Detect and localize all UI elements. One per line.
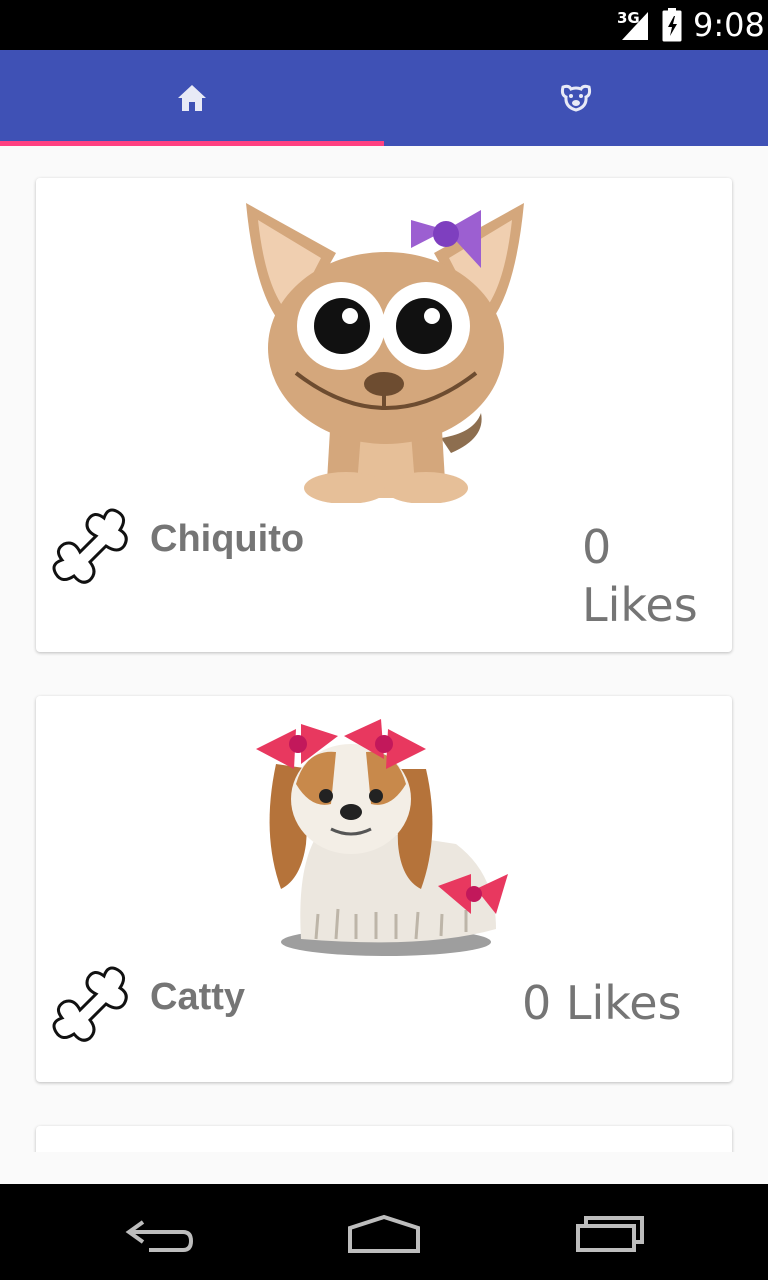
likes-number: 0 [582,520,612,574]
status-bar: 3G 9:08 [0,0,768,50]
signal-icon [622,12,648,40]
battery-icon [662,8,682,42]
home-outline-icon [348,1214,420,1253]
likes-count: 0 Likes [522,976,682,1030]
clock: 9:08 [693,6,765,44]
chihuahua-illustration [246,203,524,503]
recents-icon [576,1216,644,1252]
spaniel-with-bows-illustration [256,719,508,956]
likes-label: Likes [582,578,698,632]
recents-button[interactable] [550,1184,670,1280]
pet-card[interactable]: Chiquito 0 Likes [36,178,732,652]
pet-list[interactable]: Chiquito 0 Likes Catty 0 Likes [0,146,768,1152]
system-navigation-bar [0,1184,768,1280]
tab-bar [0,50,768,146]
tab-pets[interactable] [384,50,768,146]
pet-card[interactable]: Catty 0 Likes [36,696,732,1082]
home-button[interactable] [324,1184,444,1280]
pet-name: Chiquito [150,518,305,560]
back-icon [125,1220,194,1252]
tab-home[interactable] [0,50,384,146]
likes-count: 0 Likes [582,518,722,634]
home-icon [178,85,206,111]
pet-card[interactable] [36,1126,732,1152]
pet-name: Catty [150,976,246,1018]
bone-icon[interactable] [52,966,132,1046]
bone-icon[interactable] [52,508,132,588]
dog-face-icon [560,84,592,112]
back-button[interactable] [100,1184,220,1280]
